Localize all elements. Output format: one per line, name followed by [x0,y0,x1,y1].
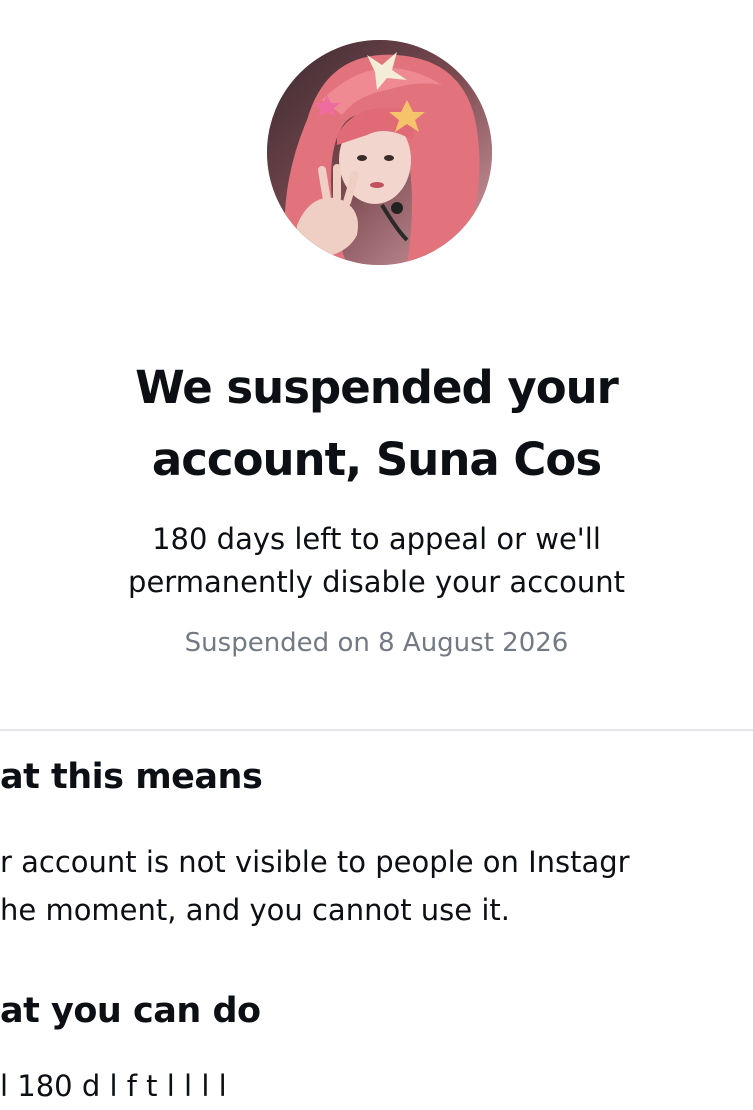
headline-line-1: We suspended your [135,361,619,414]
profile-photo-icon [267,40,492,265]
section-body-what-this-means: r account is not visible to people on In… [0,838,753,934]
section-divider [0,729,753,731]
section-heading-what-this-means: at this means [0,757,263,797]
suspension-headline: We suspended your account, Suna Cos [0,352,753,496]
suspended-date: Suspended on 8 August 2026 [184,628,569,658]
section-body-what-you-can-do: l 180 d l f t l l l l [0,1062,753,1110]
section-body-line-1: l 180 d l f t l l l l [0,1069,227,1103]
subtitle-line-1: 180 days left to appeal or we'll [152,522,601,556]
section-body-line-2: he moment, and you cannot use it. [0,893,510,927]
profile-avatar [267,40,492,265]
section-heading-what-you-can-do: at you can do [0,991,261,1031]
headline-line-2: account, Suna Cos [151,433,602,486]
subtitle-line-2: permanently disable your account [128,565,625,599]
appeal-deadline-text: 180 days left to appeal or we'll permane… [0,518,753,604]
section-body-line-1: r account is not visible to people on In… [0,845,630,879]
